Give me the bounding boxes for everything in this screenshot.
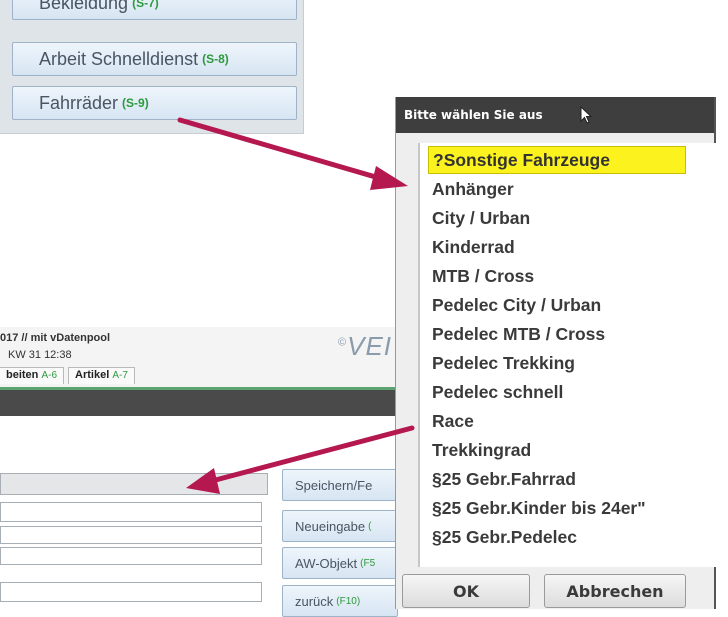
save-button[interactable]: Speichern/Fe (282, 469, 398, 501)
app-title: 017 // mit vDatenpool (0, 332, 111, 344)
form-field[interactable] (0, 582, 262, 602)
form-field[interactable] (0, 547, 262, 565)
app-header: 017 // mit vDatenpool KW 31 12:38 ©VEI b… (0, 327, 400, 390)
list-item[interactable]: §25 Gebr.Pedelec (428, 523, 577, 551)
ok-button[interactable]: OK (402, 574, 530, 608)
list-item[interactable]: Pedelec schnell (428, 378, 563, 406)
list-item[interactable]: Race (428, 407, 474, 435)
list-item[interactable]: Trekkingrad (428, 436, 531, 464)
category-button-arbeit-schnelldienst[interactable]: Arbeit Schnelldienst (S-8) (12, 42, 297, 76)
dialog-title-bar: Bitte wählen Sie aus (396, 97, 714, 133)
category-label: Bekleidung (39, 0, 129, 13)
list-item[interactable]: §25 Gebr.Kinder bis 24er" (428, 494, 646, 522)
cancel-button[interactable]: Abbrechen (544, 574, 686, 608)
form-field[interactable] (0, 502, 262, 522)
list-item[interactable]: MTB / Cross (428, 262, 534, 290)
list-item[interactable]: Pedelec Trekking (428, 349, 575, 377)
list-item[interactable]: Anhänger (428, 175, 514, 203)
dialog-title: Bitte wählen Sie aus (404, 108, 543, 122)
app-logo: ©VEI (338, 331, 393, 361)
list-item[interactable]: ?Sonstige Fahrzeuge (428, 146, 686, 174)
form-field[interactable] (0, 473, 268, 495)
list-item[interactable]: Pedelec City / Urban (428, 291, 601, 319)
tab-bar: beiten A-6 Artikel A-7 (0, 367, 135, 385)
category-button-bekleidung[interactable]: Bekleidung (S-7) (12, 0, 297, 20)
tab-artikel[interactable]: Artikel A-7 (68, 367, 135, 384)
category-label: Arbeit Schnelldienst (39, 48, 199, 69)
week-time: KW 31 12:38 (8, 349, 72, 361)
toolbar-strip (0, 390, 400, 416)
list-item[interactable]: §25 Gebr.Fahrrad (428, 465, 576, 493)
category-label: Fahrräder (39, 92, 119, 113)
option-list[interactable]: ?Sonstige Fahrzeuge Anhänger City / Urba… (418, 143, 716, 567)
category-panel: Bekleidung (S-7) Arbeit Schnelldienst (S… (0, 0, 304, 134)
list-item[interactable]: Kinderrad (428, 233, 515, 261)
list-item[interactable]: City / Urban (428, 204, 530, 232)
tab-arbeiten[interactable]: beiten A-6 (0, 367, 65, 384)
category-button-fahrraeder[interactable]: Fahrräder (S-9) (12, 86, 297, 120)
app-window: 017 // mit vDatenpool KW 31 12:38 ©VEI b… (0, 327, 400, 617)
category-code: (S-7) (132, 0, 159, 10)
mouse-cursor-icon (580, 105, 593, 128)
selection-dialog: Bitte wählen Sie aus ?Sonstige Fahrzeuge… (395, 97, 716, 609)
list-item[interactable]: Pedelec MTB / Cross (428, 320, 605, 348)
back-button[interactable]: zurück (F10) (282, 585, 398, 617)
category-code: (S-9) (122, 96, 149, 110)
new-entry-button[interactable]: Neueingabe( (282, 510, 398, 542)
category-code: (S-8) (202, 52, 229, 66)
form-field[interactable] (0, 526, 262, 544)
aw-object-button[interactable]: AW-Objekt (F5 (282, 547, 398, 579)
